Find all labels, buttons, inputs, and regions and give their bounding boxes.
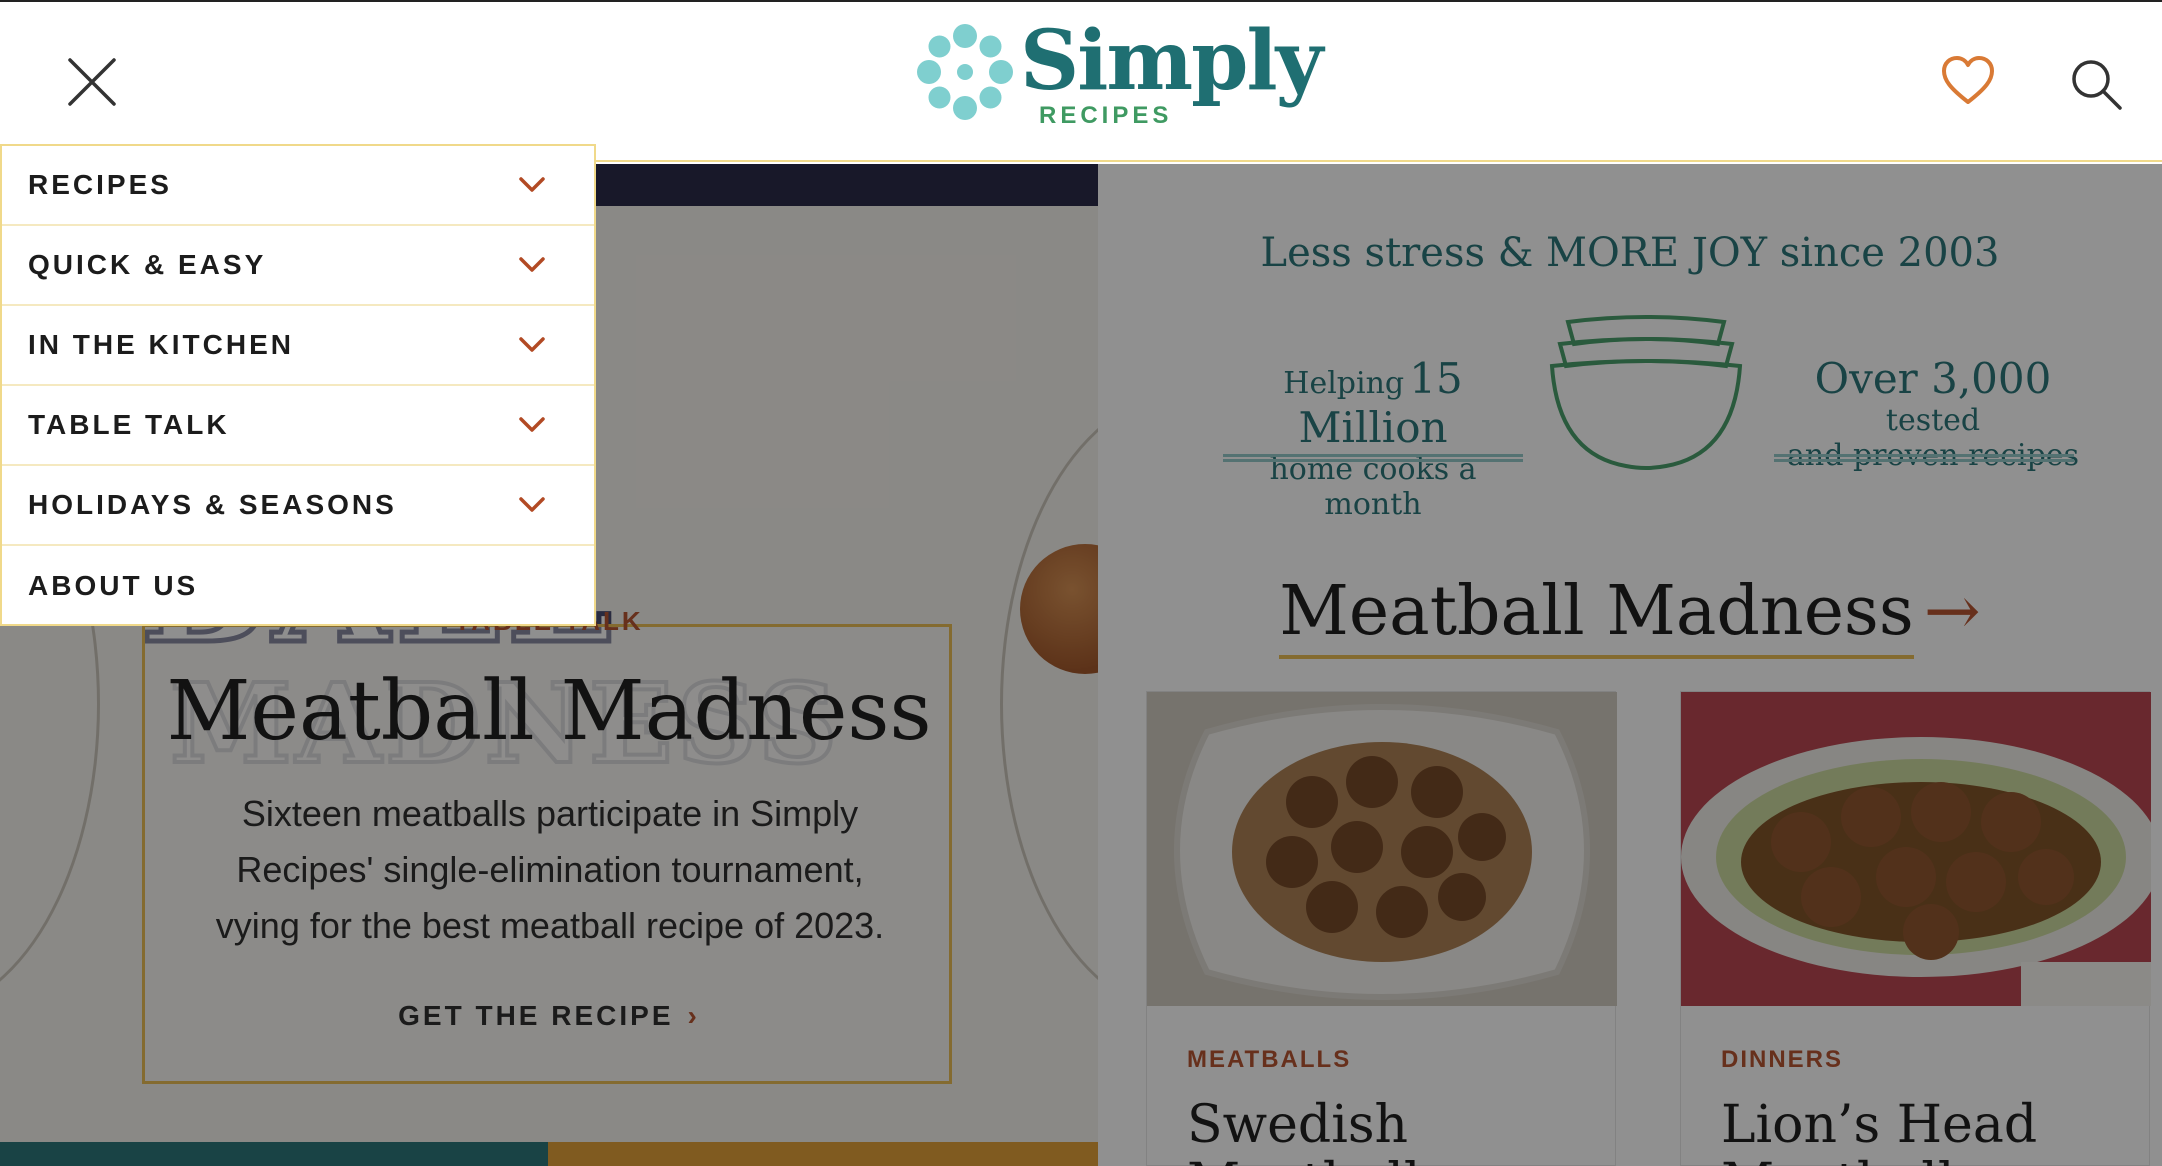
- search-button[interactable]: [2066, 54, 2126, 114]
- nav-menu: RECIPES QUICK & EASY IN THE KITCHEN TABL…: [0, 144, 596, 626]
- menu-item-label: RECIPES: [28, 169, 172, 200]
- chevron-down-icon[interactable]: [518, 414, 546, 436]
- chevron-down-icon[interactable]: [518, 334, 546, 356]
- site-header: Simply RECIPES: [0, 0, 2162, 162]
- chevron-down-icon[interactable]: [518, 254, 546, 276]
- menu-item-label: ABOUT US: [28, 570, 199, 601]
- chevron-down-icon[interactable]: [518, 174, 546, 196]
- menu-item-recipes[interactable]: RECIPES: [2, 146, 594, 226]
- menu-item-in-the-kitchen[interactable]: IN THE KITCHEN: [2, 306, 594, 386]
- flower-logo-icon: [917, 24, 1013, 120]
- menu-item-label: TABLE TALK: [28, 409, 230, 440]
- menu-item-about-us[interactable]: ABOUT US: [2, 546, 594, 626]
- menu-item-quick-easy[interactable]: QUICK & EASY: [2, 226, 594, 306]
- logo-subtitle: RECIPES: [1039, 102, 1173, 129]
- close-menu-button[interactable]: [64, 54, 120, 110]
- search-icon: [2072, 60, 2122, 110]
- logo-wordmark: Simply: [1020, 13, 1323, 109]
- close-icon: [68, 58, 116, 106]
- menu-item-label: IN THE KITCHEN: [28, 329, 294, 360]
- menu-item-table-talk[interactable]: TABLE TALK: [2, 386, 594, 466]
- menu-item-label: QUICK & EASY: [28, 249, 267, 280]
- menu-item-holidays-seasons[interactable]: HOLIDAYS & SEASONS: [2, 466, 594, 546]
- chevron-down-icon[interactable]: [518, 494, 546, 516]
- favorites-button[interactable]: [1940, 54, 1996, 110]
- menu-item-label: HOLIDAYS & SEASONS: [28, 489, 397, 520]
- heart-icon: [1942, 56, 1994, 104]
- site-logo[interactable]: Simply RECIPES: [915, 20, 1323, 132]
